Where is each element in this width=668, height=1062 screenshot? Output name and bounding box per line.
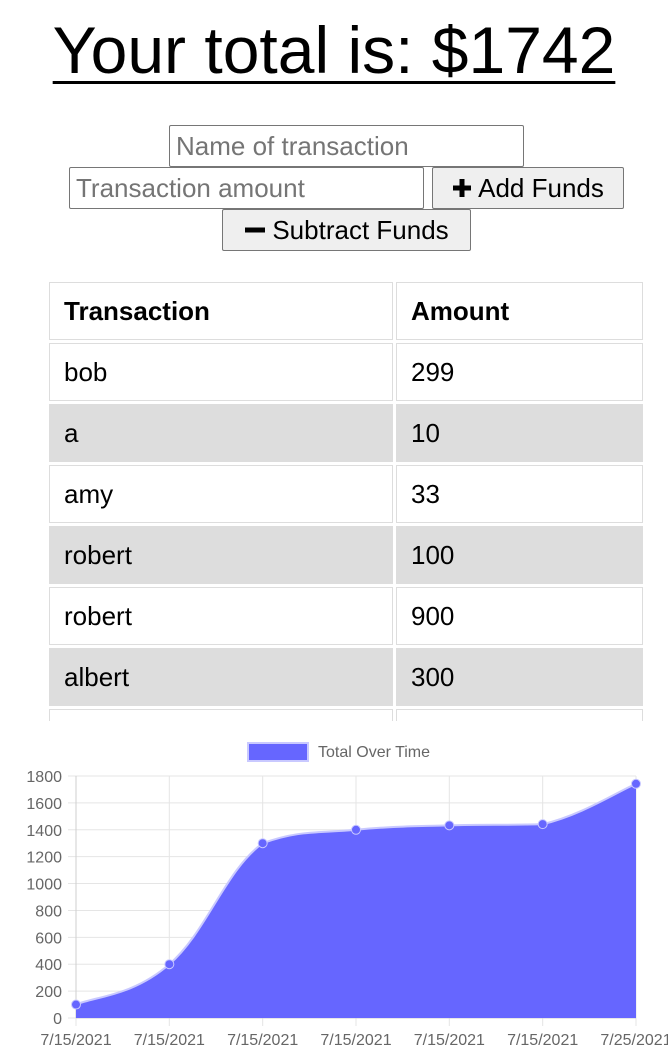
total-label: Your total is: $ [52, 13, 469, 87]
y-tick-label: 1800 [26, 769, 62, 786]
transaction-name-cell: bob [49, 343, 393, 401]
transaction-amount-cell: 10 [396, 404, 643, 462]
column-header-amount: Amount [396, 282, 643, 340]
transaction-name-input[interactable] [169, 125, 524, 167]
transaction-name-cell: robert [49, 587, 393, 645]
budget-tracker-page: Your total is: $1742 Add Funds Subtract … [0, 0, 668, 1062]
table-row: robert 100 [49, 526, 643, 584]
y-tick-label: 400 [35, 957, 62, 974]
transaction-amount-cell [396, 709, 643, 721]
x-tick-label: 7/15/2021 [507, 1032, 578, 1049]
data-point [351, 824, 361, 835]
transaction-name-cell: albert [49, 648, 393, 706]
transaction-name-cell [49, 709, 393, 721]
total-heading: Your total is: $1742 [0, 12, 668, 88]
data-point [71, 999, 81, 1010]
add-funds-button[interactable]: Add Funds [432, 167, 624, 209]
total-over-time-chart: Total Over Time 0 200 400 600 800 1000 1200 1400… [26, 742, 668, 1049]
data-point [444, 820, 455, 831]
x-tick-label: 7/15/2021 [227, 1032, 298, 1049]
transactions-table-container: Transaction Amount bob 299 a 10 amy 33 r… [46, 281, 646, 721]
y-tick-label: 1200 [26, 850, 62, 867]
table-row: albert 300 [49, 648, 643, 706]
x-tick-label: 7/15/2021 [134, 1032, 205, 1049]
transaction-amount-cell: 300 [396, 648, 643, 706]
table-row: a 10 [49, 404, 643, 462]
table-row: bob 299 [49, 343, 643, 401]
x-tick-label: 7/15/2021 [320, 1032, 391, 1049]
data-point [631, 778, 641, 789]
table-row [49, 709, 643, 721]
transaction-amount-cell: 900 [396, 587, 643, 645]
data-point [537, 819, 548, 830]
y-tick-label: 1400 [26, 823, 62, 840]
y-tick-label: 1600 [26, 796, 62, 813]
data-point [257, 838, 268, 849]
minus-icon [244, 220, 266, 240]
y-tick-label: 200 [35, 984, 62, 1001]
total-value: 1742 [468, 13, 616, 87]
transaction-name-cell: robert [49, 526, 393, 584]
add-funds-label: Add Funds [478, 172, 604, 203]
plus-icon [452, 178, 472, 198]
data-point [164, 959, 175, 970]
y-tick-label: 800 [35, 903, 62, 920]
transactions-table: Transaction Amount bob 299 a 10 amy 33 r… [46, 281, 646, 721]
table-header-row: Transaction Amount [49, 282, 643, 340]
table-row: amy 33 [49, 465, 643, 523]
table-row: robert 900 [49, 587, 643, 645]
transaction-name-cell: a [49, 404, 393, 462]
transaction-amount-input[interactable] [69, 167, 424, 209]
y-tick-label: 600 [35, 930, 62, 947]
y-tick-label: 0 [53, 1011, 62, 1028]
legend-label: Total Over Time [318, 744, 430, 761]
x-tick-label: 7/15/2021 [40, 1032, 111, 1049]
transaction-amount-cell: 33 [396, 465, 643, 523]
x-tick-label: 7/15/2021 [414, 1032, 485, 1049]
transaction-amount-cell: 299 [396, 343, 643, 401]
transaction-amount-cell: 100 [396, 526, 643, 584]
legend-swatch [247, 742, 309, 762]
y-tick-label: 1000 [26, 877, 62, 894]
x-tick-label: 7/25/2021 [600, 1032, 668, 1049]
subtract-funds-button[interactable]: Subtract Funds [222, 209, 471, 251]
subtract-funds-label: Subtract Funds [272, 214, 449, 245]
transaction-name-cell: amy [49, 465, 393, 523]
column-header-transaction: Transaction [49, 282, 393, 340]
